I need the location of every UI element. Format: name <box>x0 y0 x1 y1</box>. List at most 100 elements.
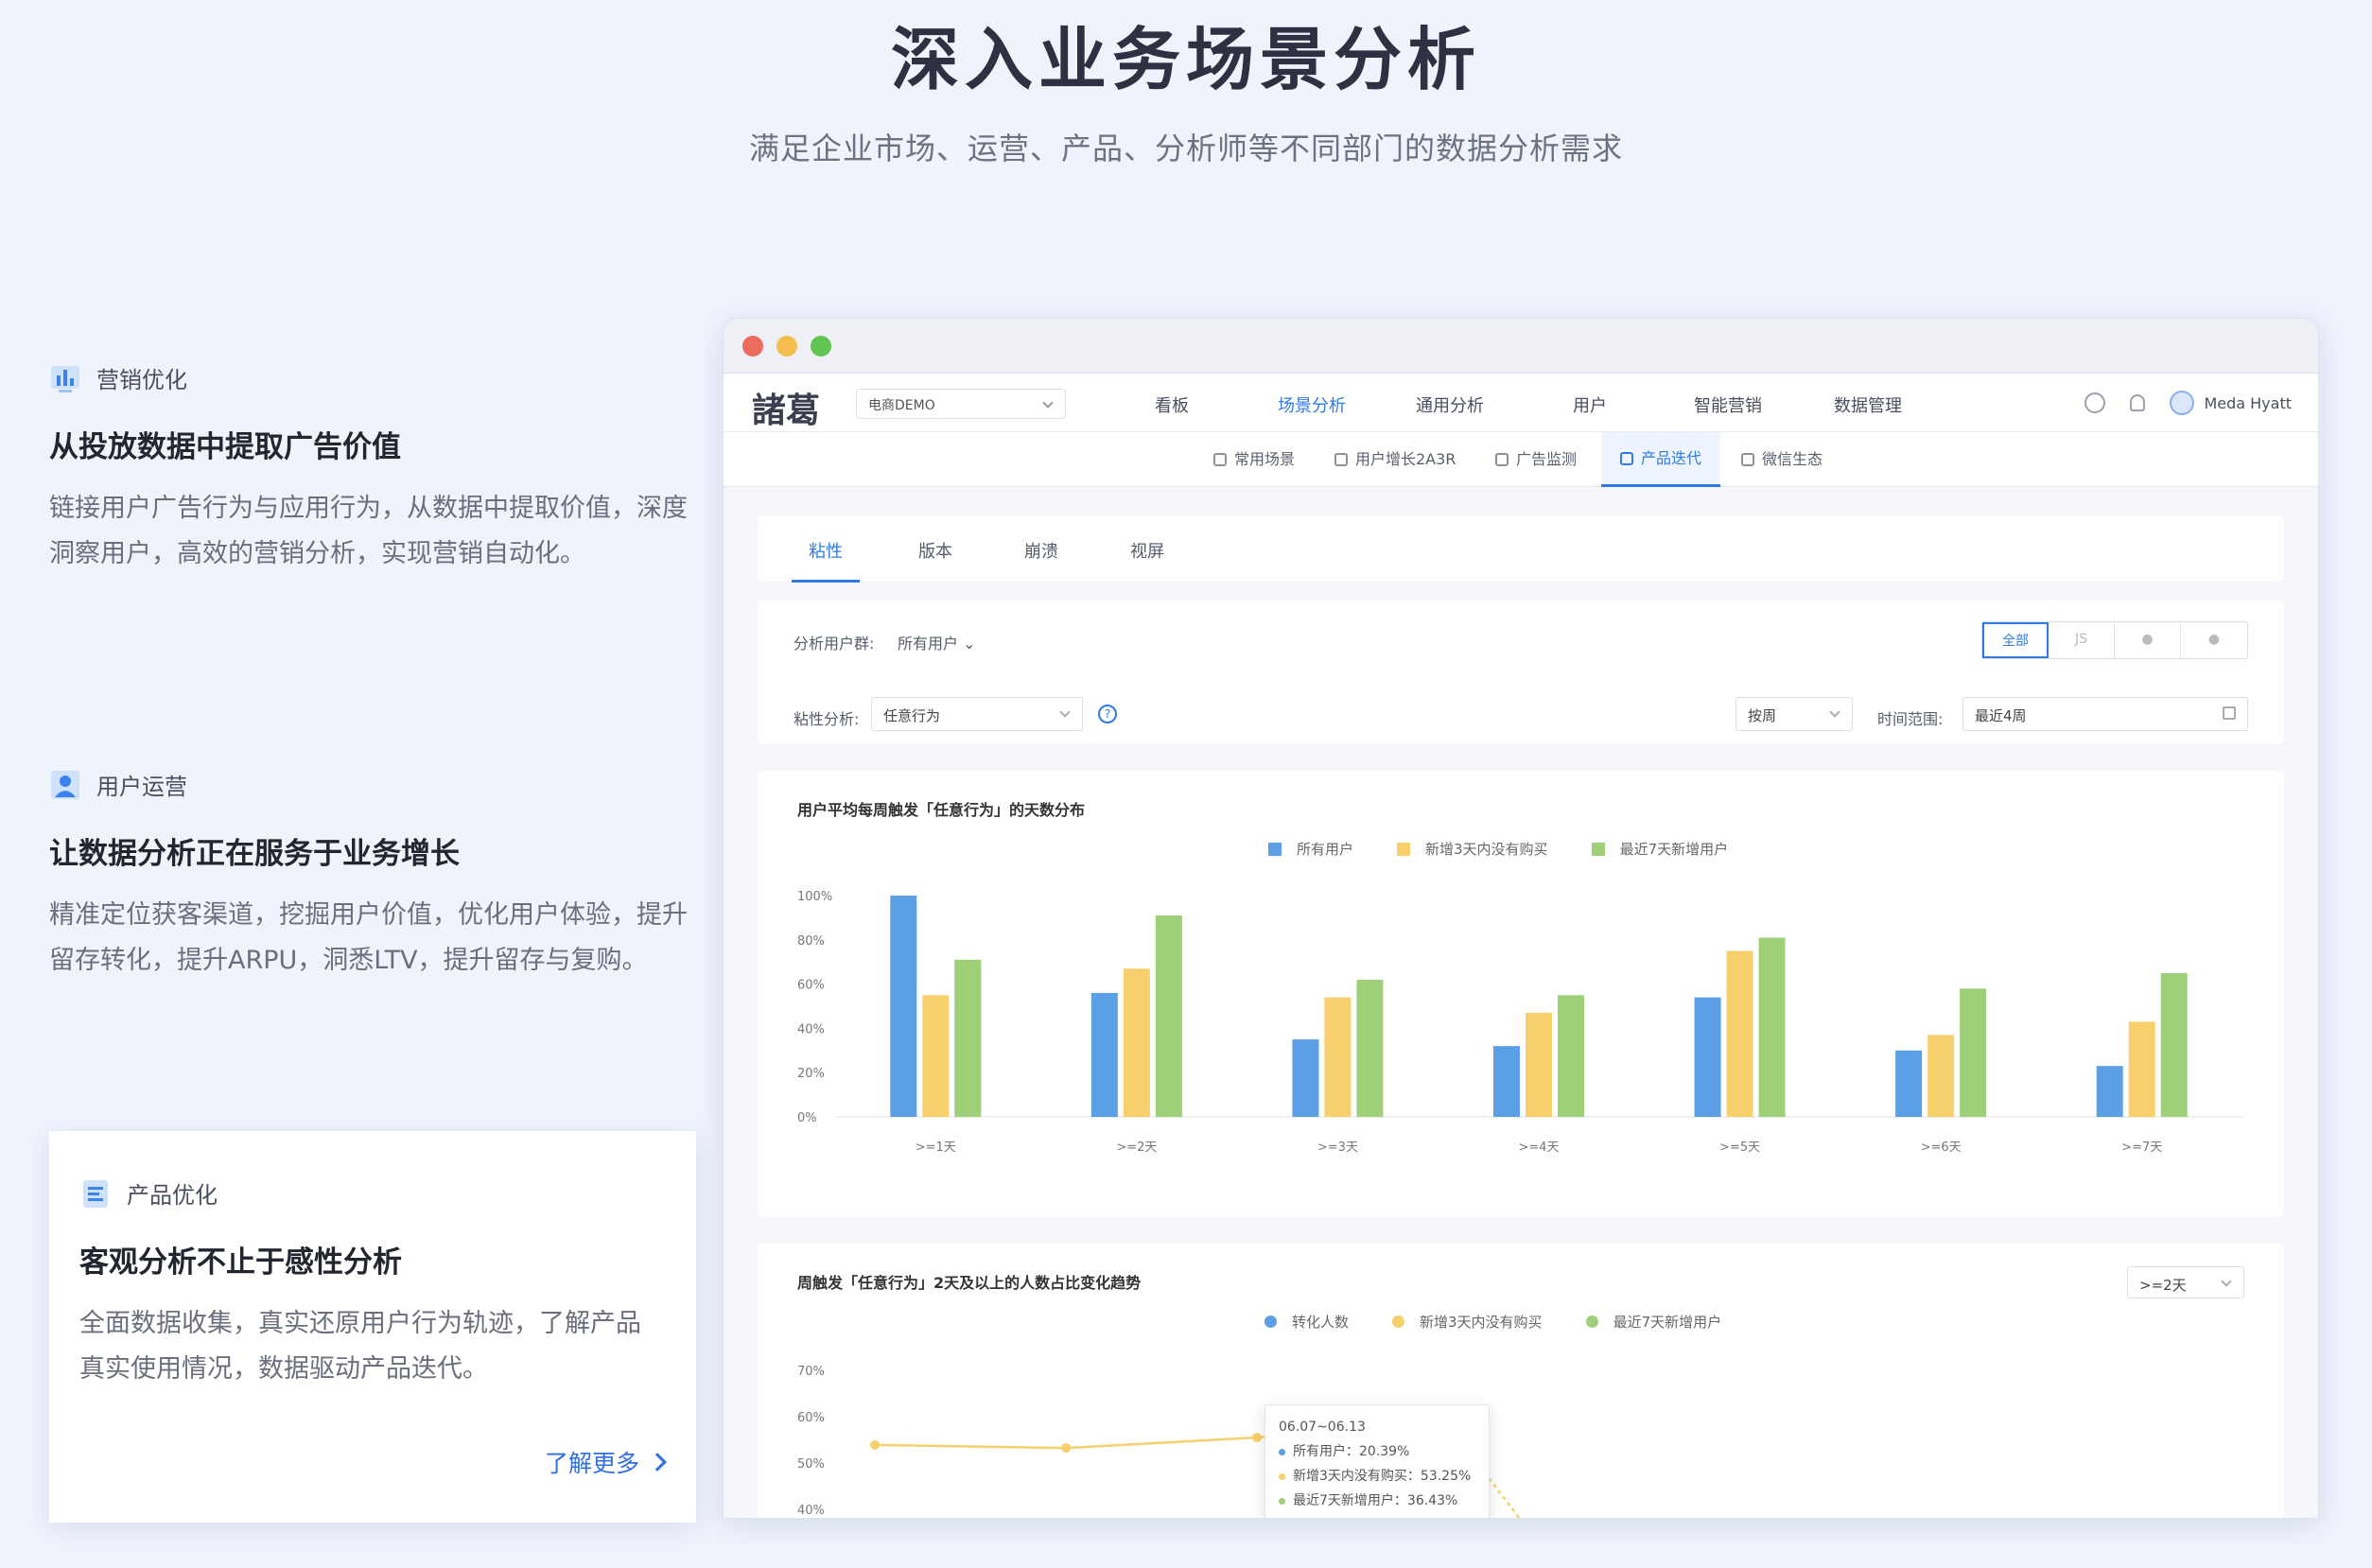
platform-toggle: 全部 JS ● ● <box>1981 621 2248 659</box>
stickiness-select[interactable]: 任意行为 <box>871 697 1083 731</box>
x-tick-label: >=4天 <box>1518 1141 1559 1155</box>
y-tick-label: 0% <box>797 1111 817 1125</box>
subnav-common-scenes[interactable]: 常用场景 <box>1213 432 1295 487</box>
y-tick-label: 60% <box>797 979 825 993</box>
project-select[interactable]: 电商DEMO <box>856 389 1066 419</box>
bar <box>2096 1066 2123 1117</box>
page-title: 深入业务场景分析 <box>890 20 1481 99</box>
time-range-label: 时间范围: <box>1877 710 1944 728</box>
x-tick-label: >=6天 <box>1921 1141 1962 1155</box>
series-line <box>1065 1436 1258 1450</box>
maximize-dot[interactable] <box>811 336 831 357</box>
y-tick-label: 70% <box>797 1365 825 1379</box>
tooltip-row: 最近7天新增用户：36.43% <box>1293 1493 1458 1508</box>
iteration-icon <box>1620 451 1633 465</box>
help-icon[interactable]: ? <box>1098 705 1117 723</box>
feature-title: 让数据分析正在服务于业务增长 <box>49 837 460 871</box>
feature-desc: 全面数据收集，真实还原用户行为轨迹，了解产品真实使用情况，数据驱动产品迭代。 <box>79 1309 641 1384</box>
subnav-user-growth[interactable]: 用户增长2A3R <box>1334 432 1456 487</box>
y-tick-label: 80% <box>797 934 825 949</box>
clipboard-icon <box>83 1179 108 1208</box>
bar <box>1526 1013 1552 1117</box>
bar <box>1324 997 1352 1117</box>
scan-icon <box>1741 453 1754 466</box>
bar <box>1493 1046 1520 1117</box>
feature-marketing[interactable]: 营销优化 从投放数据中提取广告价值 链接用户广告行为与应用行为，从数据中提取价值… <box>49 361 696 577</box>
help-icon[interactable] <box>2084 392 2106 413</box>
cube-icon <box>1213 453 1227 466</box>
bar <box>1090 992 1118 1117</box>
data-point <box>1252 1433 1262 1443</box>
bar-chart-card: 用户平均每周触发「任意行为」的天数分布 所有用户 新增3天内没有购买 最近7天新… <box>758 771 2284 1217</box>
subnav-wechat[interactable]: 微信生态 <box>1741 432 1823 487</box>
chart-tooltip: 06.07~06.13 所有用户：20.39% 新增3天内没有购买：53.25%… <box>1264 1404 1490 1518</box>
data-point <box>870 1439 880 1450</box>
bar <box>954 959 982 1117</box>
period-select[interactable]: 按周 <box>1735 697 1853 731</box>
bar <box>1694 997 1721 1117</box>
feature-title: 客观分析不止于感性分析 <box>79 1246 402 1280</box>
platform-apple[interactable]: ● <box>2115 622 2181 658</box>
nav-item-scene-analysis[interactable]: 场景分析 <box>1278 392 1346 417</box>
user-name[interactable]: Meda Hyatt <box>2204 394 2292 412</box>
platform-all[interactable]: 全部 <box>1982 622 2049 658</box>
chevron-down-icon <box>1042 397 1054 409</box>
y-tick-label: 40% <box>797 1504 825 1518</box>
subnav-product-iteration[interactable]: 产品迭代 <box>1601 432 1721 487</box>
feature-tag: 营销优化 <box>96 367 187 393</box>
learn-more-link[interactable]: 了解更多 <box>545 1445 667 1479</box>
data-point <box>1061 1443 1071 1454</box>
chevron-down-icon <box>1829 706 1840 718</box>
apple-icon: ● <box>2141 632 2154 647</box>
tab-stickiness[interactable]: 粘性 <box>792 538 860 583</box>
x-tick-label: >=7天 <box>2121 1141 2162 1155</box>
bar <box>1155 915 1182 1117</box>
user-group-label: 分析用户群: <box>794 635 875 653</box>
bar-chart-icon <box>51 365 79 392</box>
tab-video[interactable]: 视屏 <box>1130 538 1164 563</box>
nav-item-users[interactable]: 用户 <box>1573 392 1607 417</box>
close-dot[interactable] <box>742 336 763 357</box>
feature-title: 从投放数据中提取广告价值 <box>49 430 401 464</box>
user-icon <box>1334 453 1348 466</box>
platform-js[interactable]: JS <box>2049 622 2115 658</box>
y-tick-label: 100% <box>797 890 832 904</box>
feature-tag: 用户运营 <box>96 774 187 800</box>
feature-product[interactable]: 产品优化 客观分析不止于感性分析 全面数据收集，真实还原用户行为轨迹，了解产品真… <box>49 1131 696 1523</box>
y-tick-label: 50% <box>797 1457 825 1472</box>
chevron-right-icon <box>648 1453 667 1472</box>
series-line <box>874 1443 1067 1450</box>
user-group-select[interactable]: 所有用户 ⌄ <box>898 631 976 653</box>
nav-item-data-management[interactable]: 数据管理 <box>1834 392 1902 417</box>
avatar[interactable] <box>2170 391 2195 415</box>
x-tick-label: >=1天 <box>916 1141 956 1155</box>
analysis-tabs: 粘性 版本 崩溃 视屏 <box>758 515 2284 583</box>
line-chart: 70%60%50%40%30% <box>797 1365 1521 1518</box>
feature-desc: 链接用户广告行为与应用行为，从数据中提取价值，深度洞察用户，高效的营销分析，实现… <box>49 494 688 568</box>
time-range-picker[interactable]: 最近4周 <box>1962 697 2248 731</box>
bar <box>1927 1035 1955 1117</box>
tab-version[interactable]: 版本 <box>918 538 952 563</box>
hero: 深入业务场景分析 满足企业市场、运营、产品、分析师等不同部门的数据分析需求 <box>0 17 2372 168</box>
nav-item-general-analysis[interactable]: 通用分析 <box>1416 392 1484 417</box>
top-nav: 諸葛 电商DEMO 看板 场景分析 通用分析 用户 智能营销 数据管理 Meda… <box>724 374 2318 432</box>
app-logo[interactable]: 諸葛 <box>752 383 820 432</box>
platform-android[interactable]: ● <box>2181 622 2247 658</box>
feature-user-ops[interactable]: 用户运营 让数据分析正在服务于业务增长 精准定位获客渠道，挖掘用户价值，优化用户… <box>49 768 696 984</box>
x-tick-label: >=3天 <box>1317 1141 1358 1155</box>
nav-item-dashboard[interactable]: 看板 <box>1155 392 1189 417</box>
bell-icon[interactable] <box>2130 394 2146 411</box>
y-tick-label: 20% <box>797 1067 825 1081</box>
bar <box>1726 950 1753 1117</box>
bar <box>1895 1050 1923 1117</box>
tooltip-row: 所有用户：20.39% <box>1293 1444 1410 1459</box>
tab-crash[interactable]: 崩溃 <box>1024 538 1058 563</box>
monitor-icon <box>1495 453 1509 466</box>
bar <box>1292 1039 1319 1117</box>
x-tick-label: >=2天 <box>1116 1141 1157 1155</box>
minimize-dot[interactable] <box>776 336 797 357</box>
nav-item-smart-marketing[interactable]: 智能营销 <box>1694 392 1762 417</box>
feature-tag: 产品优化 <box>127 1182 218 1209</box>
tooltip-date: 06.07~06.13 <box>1279 1420 1366 1435</box>
subnav-ad-monitor[interactable]: 广告监测 <box>1495 432 1577 487</box>
